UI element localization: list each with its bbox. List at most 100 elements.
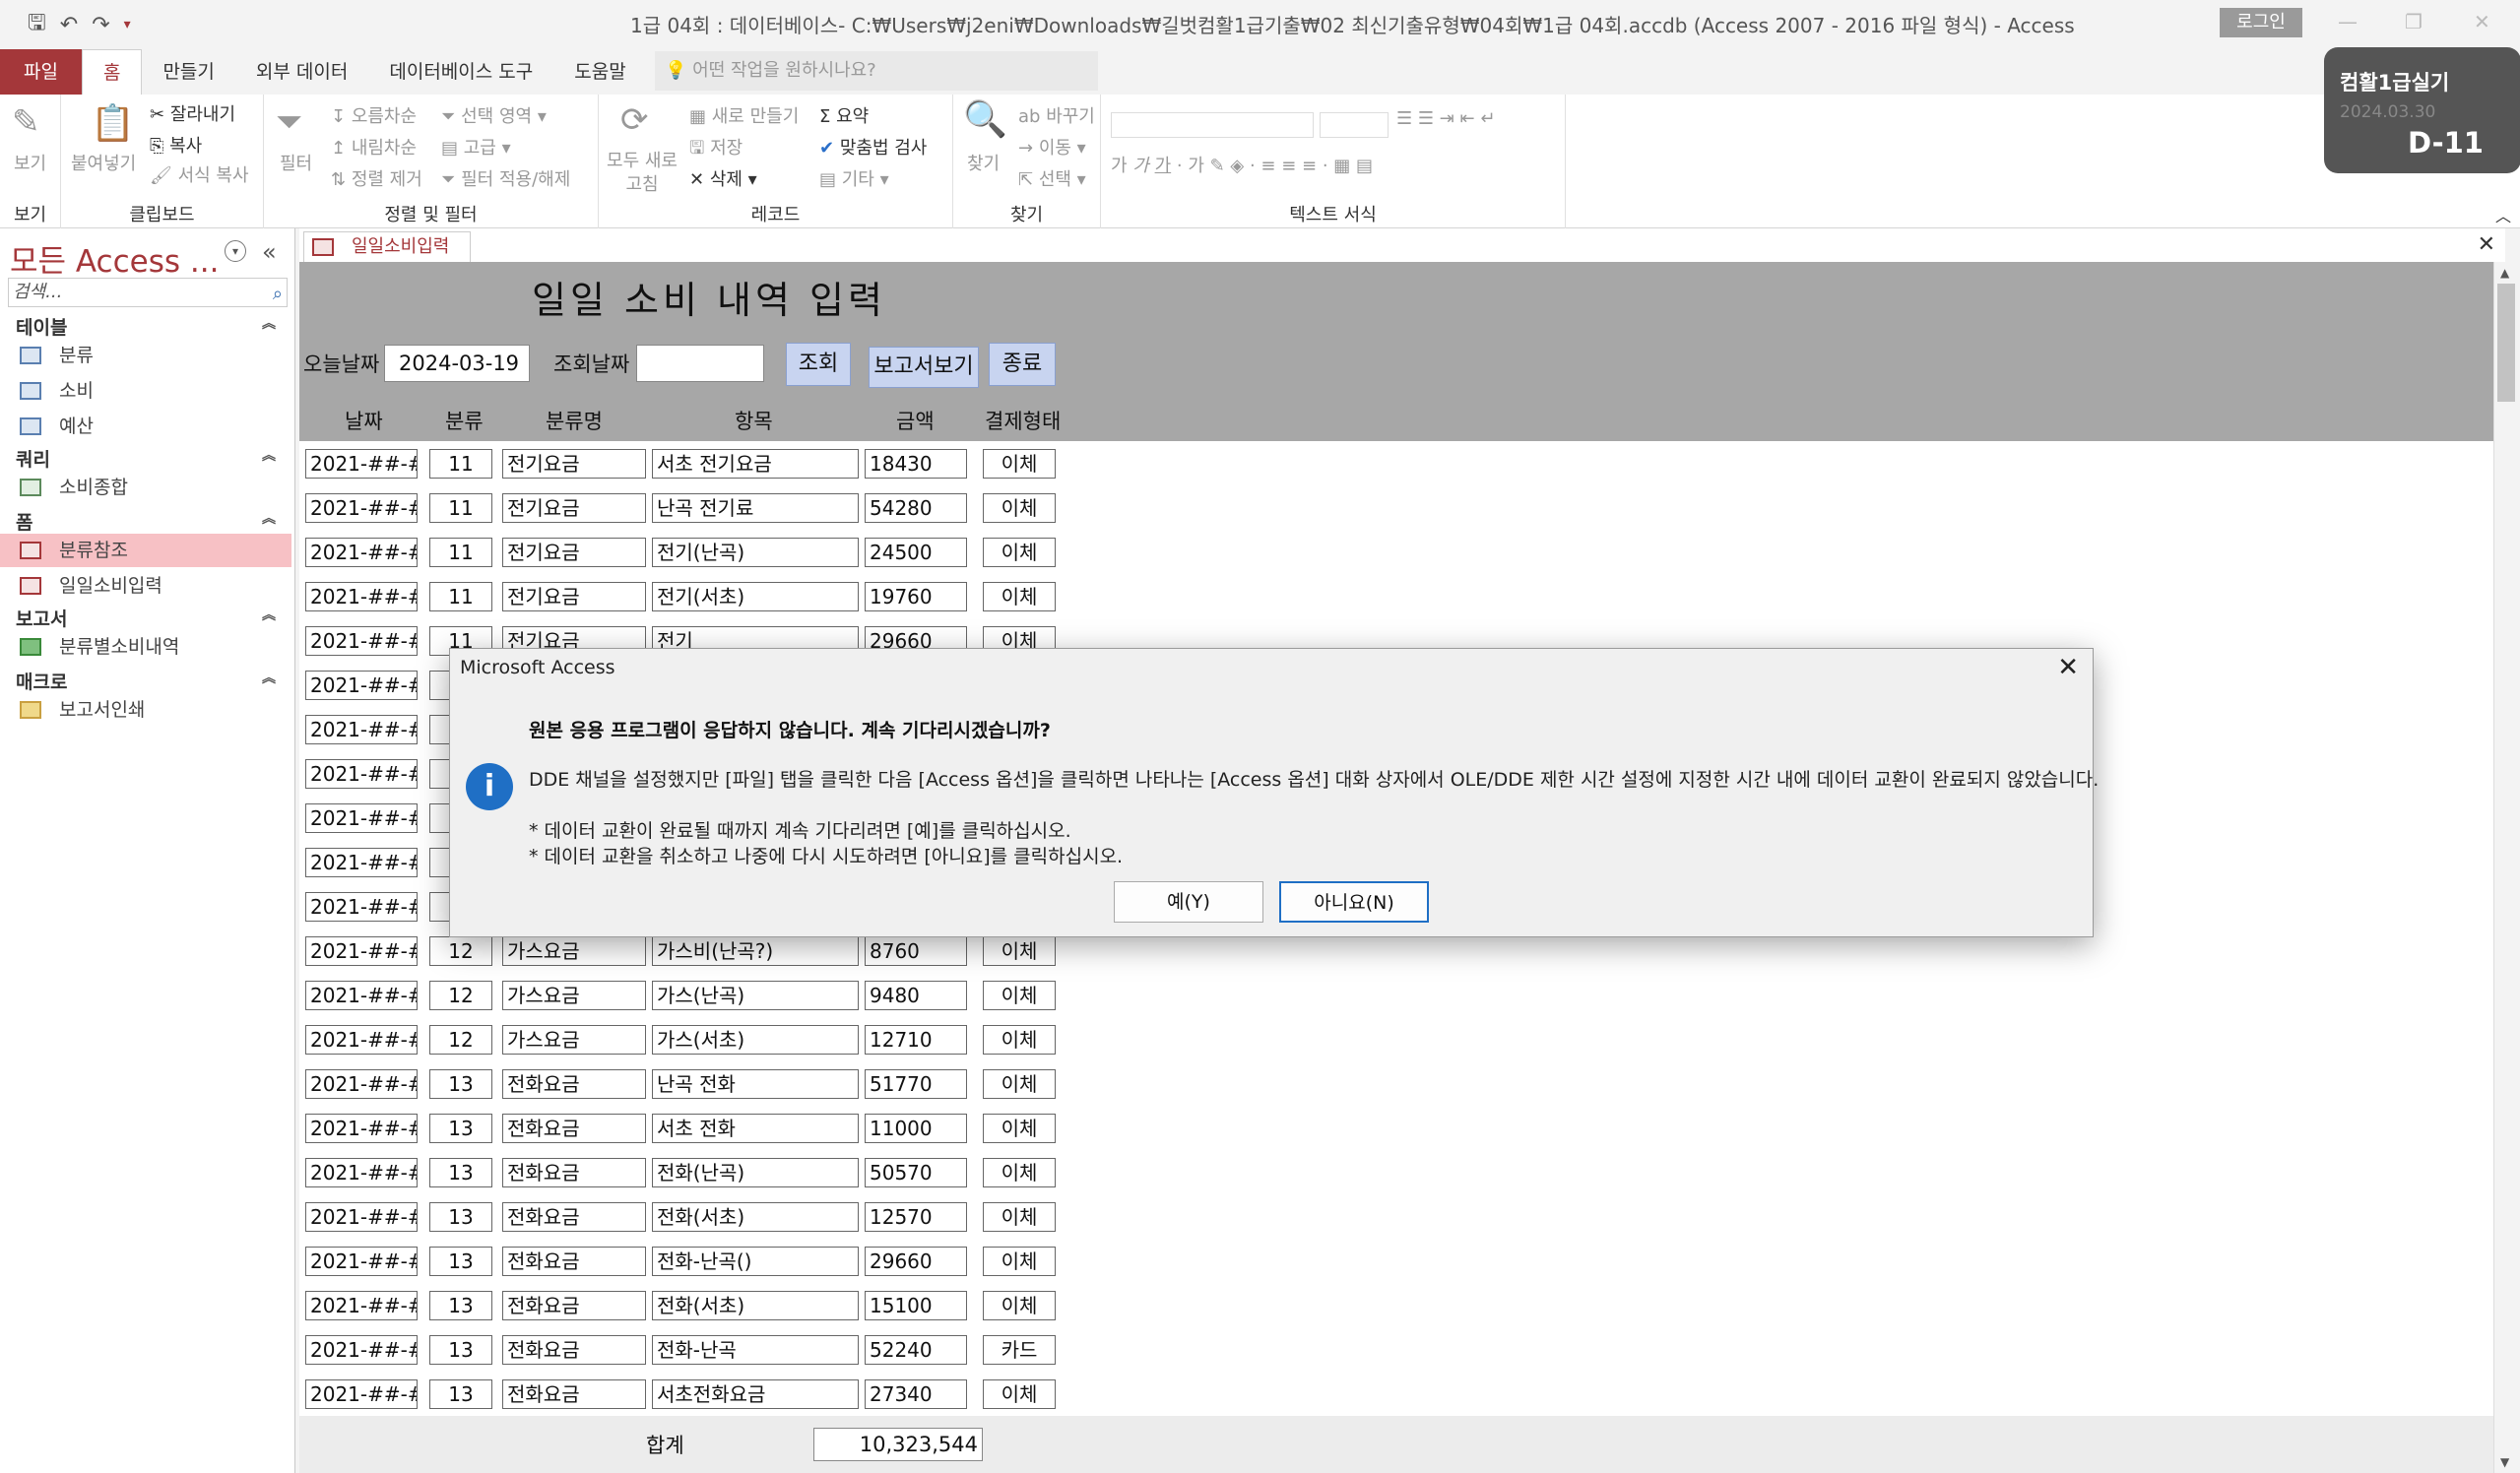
nav-item-table-분류[interactable]: 분류 — [0, 339, 291, 372]
more-button[interactable]: ▤ 기타 ▾ — [819, 165, 889, 191]
cell-category-name[interactable]: 전화요금 — [502, 1335, 646, 1365]
cell-payment[interactable]: 이체 — [983, 1114, 1056, 1143]
cell-date[interactable]: 2021-##-## — [305, 493, 418, 523]
cell-date[interactable]: 2021-##-## — [305, 803, 418, 833]
cell-amount[interactable]: 11000 — [865, 1114, 967, 1143]
totals-button[interactable]: Σ 요약 — [819, 102, 869, 128]
cell-category[interactable]: 13 — [429, 1247, 492, 1276]
nav-section-tables[interactable]: 테이블 ︽ — [16, 313, 276, 340]
cell-date[interactable]: 2021-##-## — [305, 626, 418, 656]
cell-category[interactable]: 11 — [429, 449, 492, 479]
doc-tab-일일소비입력[interactable]: 일일소비입력 — [303, 231, 471, 263]
view-button[interactable]: 보기 — [14, 150, 46, 175]
cell-payment[interactable]: 이체 — [983, 582, 1056, 611]
cell-amount[interactable]: 15100 — [865, 1291, 967, 1320]
cell-date[interactable]: 2021-##-## — [305, 671, 418, 700]
close-doc-icon[interactable]: ✕ — [2478, 232, 2495, 257]
refresh-button[interactable]: 모두 새로 고침 — [603, 150, 681, 197]
tell-me-search[interactable]: 💡 어떤 작업을 원하시나요? — [655, 51, 1098, 91]
cell-category-name[interactable]: 전기요금 — [502, 538, 646, 567]
descending-button[interactable]: ↥ 내림차순 — [331, 134, 417, 160]
cell-date[interactable]: 2021-##-## — [305, 892, 418, 922]
today-field[interactable]: 2024-03-19 — [384, 345, 530, 382]
cell-item[interactable]: 전화-난곡() — [652, 1247, 859, 1276]
cell-payment[interactable]: 이체 — [983, 449, 1056, 479]
cell-category-name[interactable]: 전기요금 — [502, 493, 646, 523]
dialog-close-icon[interactable]: ✕ — [2057, 653, 2079, 682]
tab-home[interactable]: 홈 — [81, 49, 143, 95]
cell-payment[interactable]: 이체 — [983, 936, 1056, 966]
query-button[interactable]: 조회 — [786, 343, 851, 386]
new-record-button[interactable]: ▦ 새로 만들기 — [689, 102, 799, 128]
cell-payment[interactable]: 이체 — [983, 1291, 1056, 1320]
cell-date[interactable]: 2021-##-## — [305, 1379, 418, 1409]
nav-section-queries[interactable]: 쿼리 ︽ — [16, 445, 276, 472]
nav-section-forms[interactable]: 폼 ︽ — [16, 508, 276, 535]
cell-category-name[interactable]: 가스요금 — [502, 936, 646, 966]
cell-payment[interactable]: 이체 — [983, 1379, 1056, 1409]
cell-category-name[interactable]: 가스요금 — [502, 981, 646, 1010]
undo-icon[interactable]: ↶ — [60, 13, 78, 37]
cell-item[interactable]: 전기(난곡) — [652, 538, 859, 567]
cell-category-name[interactable]: 전화요금 — [502, 1114, 646, 1143]
nav-section-reports[interactable]: 보고서 ︽ — [16, 605, 276, 631]
nav-item-form-분류참조[interactable]: 분류참조 — [0, 534, 291, 567]
cell-item[interactable]: 가스(난곡) — [652, 981, 859, 1010]
select-button[interactable]: ⇱ 선택 ▾ — [1018, 165, 1086, 191]
spelling-button[interactable]: ✔ 맞춤법 검사 — [819, 134, 927, 160]
cell-category[interactable]: 11 — [429, 582, 492, 611]
cell-payment[interactable]: 이체 — [983, 1158, 1056, 1187]
cell-item[interactable]: 서초 전기요금 — [652, 449, 859, 479]
cell-category[interactable]: 12 — [429, 936, 492, 966]
cut-button[interactable]: ✂ 잘라내기 — [150, 100, 235, 126]
cell-date[interactable]: 2021-##-## — [305, 1158, 418, 1187]
cell-payment[interactable]: 이체 — [983, 981, 1056, 1010]
cell-category[interactable]: 13 — [429, 1069, 492, 1099]
cell-date[interactable]: 2021-##-## — [305, 582, 418, 611]
font-size-select[interactable] — [1320, 112, 1389, 138]
cell-category-name[interactable]: 가스요금 — [502, 1025, 646, 1055]
cell-payment[interactable]: 카드 — [983, 1335, 1056, 1365]
goto-button[interactable]: → 이동 ▾ — [1018, 134, 1086, 160]
cell-date[interactable]: 2021-##-## — [305, 759, 418, 789]
cell-category[interactable]: 12 — [429, 981, 492, 1010]
login-button[interactable]: 로그인 — [2220, 8, 2302, 37]
scroll-up-icon[interactable]: ▲ — [2500, 266, 2509, 280]
cell-category[interactable]: 13 — [429, 1335, 492, 1365]
minimize-icon[interactable]: — — [2338, 10, 2358, 33]
yes-button[interactable]: 예(Y) — [1114, 881, 1263, 923]
cell-item[interactable]: 난곡 전화 — [652, 1069, 859, 1099]
cell-category-name[interactable]: 전화요금 — [502, 1291, 646, 1320]
cell-item[interactable]: 가스비(난곡?) — [652, 936, 859, 966]
cell-date[interactable]: 2021-##-## — [305, 449, 418, 479]
paste-button[interactable]: 붙여넣기 — [71, 150, 136, 175]
cell-item[interactable]: 전화(난곡) — [652, 1158, 859, 1187]
cell-date[interactable]: 2021-##-## — [305, 1291, 418, 1320]
cell-category[interactable]: 11 — [429, 538, 492, 567]
cell-amount[interactable]: 12570 — [865, 1202, 967, 1232]
cell-item[interactable]: 전화-난곡 — [652, 1335, 859, 1365]
cell-category[interactable]: 13 — [429, 1114, 492, 1143]
cell-date[interactable]: 2021-##-## — [305, 1335, 418, 1365]
nav-item-macro-보고서인쇄[interactable]: 보고서인쇄 — [0, 693, 291, 727]
cell-date[interactable]: 2021-##-## — [305, 1202, 418, 1232]
save-icon[interactable]: 🖫 — [28, 6, 46, 43]
report-view-button[interactable]: 보고서보기 — [869, 347, 979, 388]
format-painter-button[interactable]: 🖌 서식 복사 — [150, 161, 249, 187]
total-field[interactable]: 10,323,544 — [813, 1428, 983, 1461]
toggle-filter-button[interactable]: ⏷ 필터 적용/해제 — [441, 165, 570, 191]
cell-payment[interactable]: 이체 — [983, 538, 1056, 567]
tab-create[interactable]: 만들기 — [142, 49, 234, 95]
cell-amount[interactable]: 52240 — [865, 1335, 967, 1365]
selection-button[interactable]: ⏷ 선택 영역 ▾ — [441, 102, 547, 128]
cell-category-name[interactable]: 전기요금 — [502, 449, 646, 479]
remove-sort-button[interactable]: ⇅ 정렬 제거 — [331, 165, 422, 191]
collapse-section-icon[interactable]: ︽ — [262, 313, 276, 333]
cell-item[interactable]: 서초전화요금 — [652, 1379, 859, 1409]
customize-qat-icon[interactable]: ▾ — [124, 17, 131, 32]
nav-search-input[interactable]: 검색... ⌕ — [8, 278, 288, 307]
query-date-field[interactable] — [636, 345, 764, 382]
cell-item[interactable]: 서초 전화 — [652, 1114, 859, 1143]
redo-icon[interactable]: ↷ — [92, 13, 109, 37]
cell-date[interactable]: 2021-##-## — [305, 1114, 418, 1143]
